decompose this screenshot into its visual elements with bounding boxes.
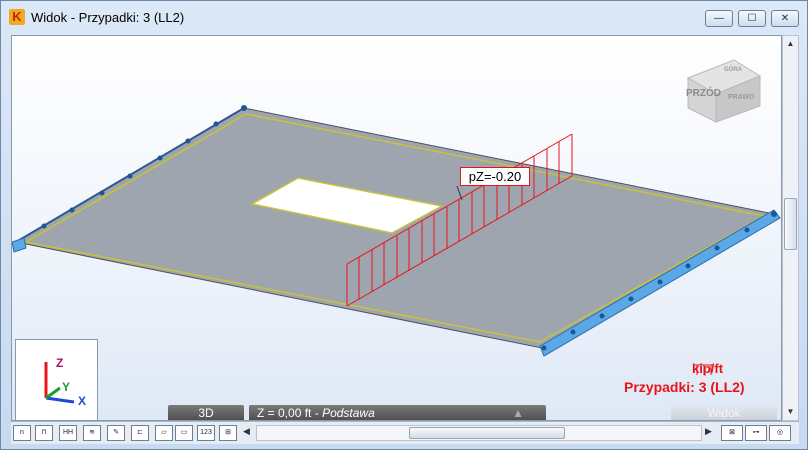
level-value: Z = 0,00 ft [257,406,312,420]
view-cube-side-label: PRAWO [728,94,755,101]
left-support-end [12,237,27,253]
view-cube-top-label: GÓRA [724,67,742,73]
toolbar-button-2[interactable]: ⊓ [35,425,53,441]
model-canvas[interactable] [12,36,782,421]
toolbar-button-5[interactable]: ✎ [107,425,125,441]
load-value-label: pZ=-0.20 [460,167,530,186]
scroll-down-arrow-icon[interactable]: ▼ [783,404,798,420]
axis-z-label: Z [56,356,64,370]
maximize-button[interactable]: ☐ [738,10,766,27]
view-button[interactable]: Widok [671,405,777,420]
level-selector[interactable]: Z = 0,00 ft - Podstawa ▲ [249,405,546,420]
toolbar-button-3[interactable]: HH [59,425,77,441]
scroll-right-arrow-icon[interactable]: ▶ [705,426,712,437]
vertical-scroll-thumb[interactable] [784,198,797,250]
toolbar-button-9[interactable]: 123 [197,425,215,441]
toolbar-button-10[interactable]: ⊞ [219,425,237,441]
legend-unit: kip/ft [692,361,724,376]
scroll-up-arrow-icon[interactable]: ▲ [783,36,798,52]
toolbar-button-7[interactable]: ▱ [155,425,173,441]
horizontal-scrollbar[interactable] [256,425,702,441]
level-separator: - [314,406,323,420]
app-icon: K [9,9,25,25]
axis-triad: Z Y X [15,339,98,420]
display-options-icon[interactable]: ⊠ [721,425,743,441]
minimize-button[interactable]: — [705,10,733,27]
bottom-toolbar: n ⊓ HH ≋ ✎ ⊏ ▱ ▭ 123 ⊞ ◀ ▶ ⊠ ⊶ ◎ [11,421,799,444]
toolbar-button-1[interactable]: n [13,425,31,441]
view-cube-front-label: PRZÓD [686,88,721,99]
window: K Widok - Przypadki: 3 (LL2) — ☐ ✕ PRZÓD… [0,0,808,450]
chevron-up-icon: ▲ [512,406,524,420]
close-button[interactable]: ✕ [771,10,799,27]
scroll-left-arrow-icon[interactable]: ◀ [243,426,250,437]
axis-x-label: X [78,394,87,408]
window-title: Widok - Przypadki: 3 (LL2) [31,10,185,25]
toolbar-button-4[interactable]: ≋ [83,425,101,441]
vertical-scrollbar[interactable]: ▲ ▼ [782,35,799,421]
title-bar: K Widok - Przypadki: 3 (LL2) — ☐ ✕ [1,1,807,35]
model-viewport[interactable]: PRZÓD GÓRA PRAWO pZ=-0.20 Z Y X kip/ft P… [11,35,782,421]
render-mode-icon[interactable]: ◎ [769,425,791,441]
section-view-icon[interactable]: ⊶ [745,425,767,441]
legend-load-case: Przypadki: 3 (LL2) [624,379,745,395]
level-name: Podstawa [322,406,375,420]
horizontal-scroll-thumb[interactable] [409,427,565,439]
mode-3d-button[interactable]: 3D [168,405,244,420]
axis-y-label: Y [62,380,71,394]
toolbar-button-6[interactable]: ⊏ [131,425,149,441]
toolbar-button-8[interactable]: ▭ [175,425,193,441]
